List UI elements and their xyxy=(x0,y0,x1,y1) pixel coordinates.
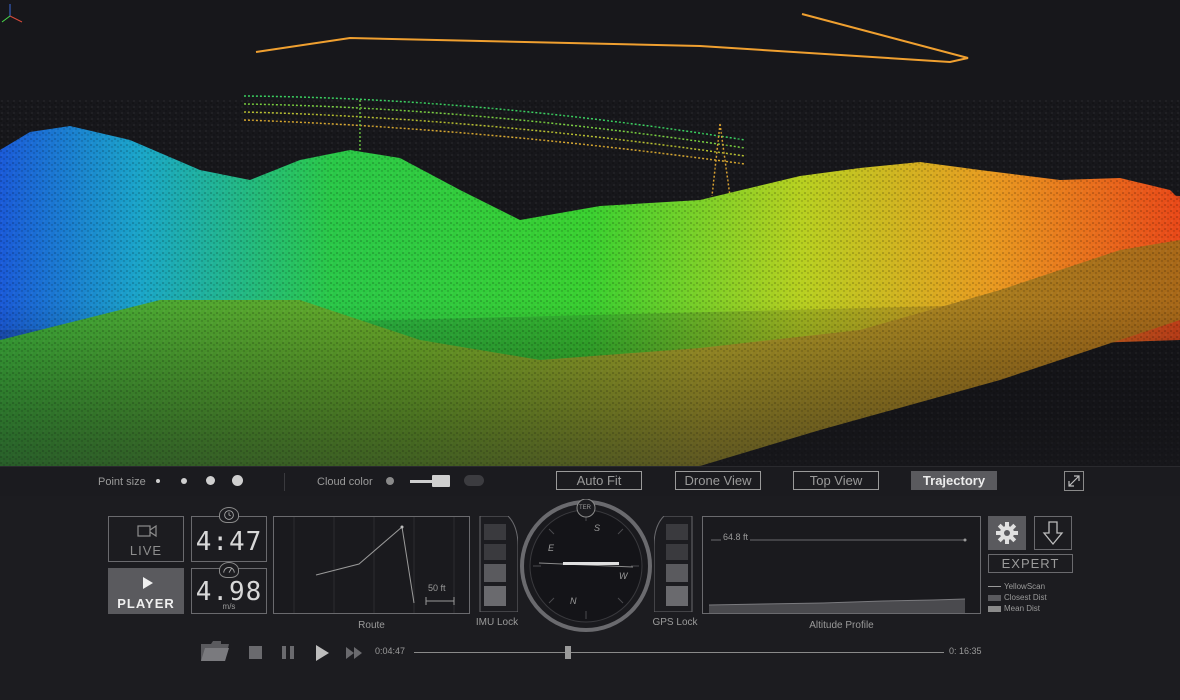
cloud-color-label: Cloud color xyxy=(317,476,373,488)
compass-label-e: E xyxy=(548,543,555,553)
expert-button[interactable]: EXPERT xyxy=(988,554,1073,573)
download-arrow-icon xyxy=(1042,521,1064,546)
gear-icon xyxy=(996,522,1018,544)
cloud-color-slider[interactable] xyxy=(410,475,450,487)
settings-button[interactable] xyxy=(988,516,1026,550)
play-icon[interactable] xyxy=(314,644,330,662)
auto-fit-button[interactable]: Auto Fit xyxy=(556,471,642,490)
point-size-label: Point size xyxy=(98,476,146,488)
elapsed-time-value: 4:47 xyxy=(195,527,263,557)
cloud-color-toggle[interactable] xyxy=(464,475,484,486)
play-icon xyxy=(143,577,153,589)
live-label: LIVE xyxy=(129,543,163,558)
camera-icon xyxy=(137,524,157,538)
axes-icon xyxy=(1,4,23,23)
playback-timeline[interactable] xyxy=(414,646,944,659)
current-time: 0:04:47 xyxy=(375,646,406,656)
top-view-button[interactable]: Top View xyxy=(793,471,879,490)
trajectory-path xyxy=(255,13,969,64)
fast-forward-icon[interactable] xyxy=(345,646,363,660)
expand-button[interactable] xyxy=(1064,471,1084,491)
route-caption: Route xyxy=(358,620,385,631)
altitude-area xyxy=(709,599,965,613)
gps-lock-gauge xyxy=(653,515,693,613)
trajectory-button[interactable]: Trajectory xyxy=(911,471,997,490)
point-cloud-render xyxy=(0,13,1180,466)
route-panel: 50 ft xyxy=(273,516,470,614)
player-label: PLAYER xyxy=(117,596,175,611)
download-button[interactable] xyxy=(1034,516,1072,550)
expand-icon xyxy=(1068,475,1080,487)
altitude-profile-panel: 64.8 ft xyxy=(702,516,981,614)
point-size-large[interactable] xyxy=(206,476,215,485)
folder-icon[interactable] xyxy=(199,638,231,664)
compass-top-badge: TER xyxy=(579,505,591,511)
toolbar-divider xyxy=(284,473,285,491)
legend-closest-dist-label: Closest Dist xyxy=(1004,593,1047,602)
compass-label-n: N xyxy=(570,596,577,606)
legend-yellowscan-label: YellowScan xyxy=(1004,582,1046,591)
route-map xyxy=(293,517,455,613)
compass-label-w: W xyxy=(619,571,628,581)
total-time: 0: 16:35 xyxy=(949,646,982,656)
point-size-xlarge[interactable] xyxy=(232,475,243,486)
legend-mean-dist-label: Mean Dist xyxy=(1004,604,1041,613)
speed-unit: m/s xyxy=(222,602,236,611)
clock-icon xyxy=(219,507,239,523)
pause-icon[interactable] xyxy=(281,645,297,661)
timeline-handle[interactable] xyxy=(565,646,571,659)
compass-gauge xyxy=(520,499,652,632)
speedometer-icon xyxy=(219,562,239,578)
dashboard: LIVE PLAYER 4:47 4.98 m/s 50 ft Route IM… xyxy=(0,496,1180,700)
drone-view-button[interactable]: Drone View xyxy=(675,471,761,490)
legend-mean-dist: Mean Dist xyxy=(988,604,1040,613)
cloud-color-swatch[interactable] xyxy=(386,477,394,485)
point-size-small[interactable] xyxy=(156,479,160,483)
altitude-caption: Altitude Profile xyxy=(809,620,874,631)
legend-closest-dist: Closest Dist xyxy=(988,593,1047,602)
route-scale: 50 ft xyxy=(428,583,446,593)
point-size-medium[interactable] xyxy=(181,478,187,484)
route-path xyxy=(315,526,415,604)
stop-icon[interactable] xyxy=(248,645,264,661)
imu-lock-gauge xyxy=(478,515,519,613)
altitude-value: 64.8 ft xyxy=(721,532,751,542)
point-cloud-viewport[interactable] xyxy=(0,0,1180,466)
compass-label-s: S xyxy=(594,523,601,533)
legend-yellowscan: YellowScan xyxy=(988,582,1045,591)
player-button[interactable]: PLAYER xyxy=(108,568,184,614)
view-toolbar: Point size Cloud color Auto Fit Drone Vi… xyxy=(0,466,1180,496)
live-button[interactable]: LIVE xyxy=(108,516,184,562)
gps-lock-caption: GPS Lock xyxy=(652,617,698,628)
